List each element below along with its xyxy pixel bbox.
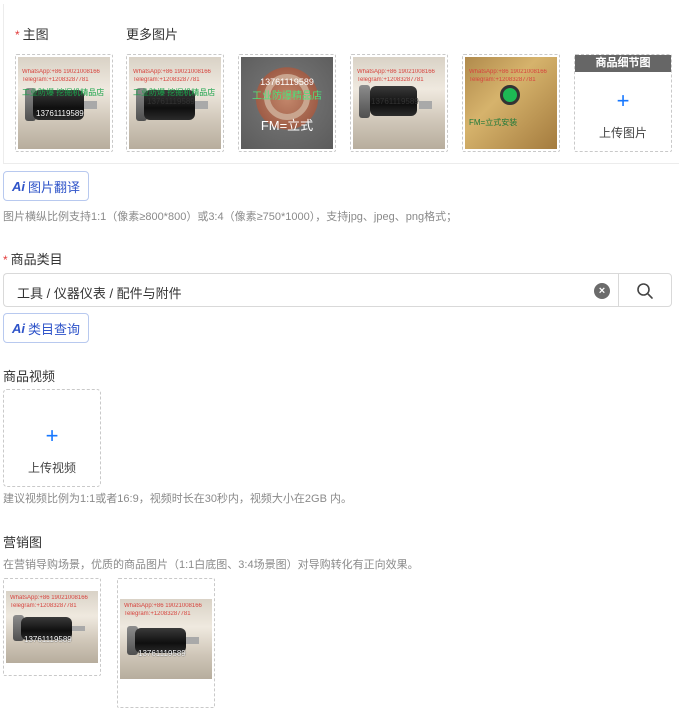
plus-icon: +	[45, 423, 59, 448]
watermark-text: Telegram:+12083287781	[22, 77, 89, 83]
more-image-thumb[interactable]: WhatsApp:+86 19021008166 Telegram:+12083…	[126, 54, 224, 152]
watermark-text: Telegram:+12083287781	[469, 77, 536, 83]
watermark-text: WhatsApp:+86 19021008166	[22, 69, 100, 75]
marketing-label: 营销图	[3, 535, 43, 550]
search-icon	[637, 283, 653, 299]
more-images-label: 更多图片	[126, 27, 179, 42]
watermark-text: Telegram:+12083287781	[133, 77, 200, 83]
product-photo: WhatsApp:+86 19021008166 Telegram:+12083…	[353, 57, 445, 149]
product-photo: 13761119589 工业防爆精品店 FM=立式	[241, 57, 333, 149]
product-photo: WhatsApp:+86 19021008166 Telegram:+12083…	[465, 57, 557, 149]
main-image-thumb[interactable]: WhatsApp:+86 19021008166 Telegram:+12083…	[15, 54, 113, 152]
more-image-thumb[interactable]: WhatsApp:+86 19021008166 Telegram:+12083…	[462, 54, 560, 152]
category-value: 工具 / 仪器仪表 / 配件与附件	[17, 286, 182, 301]
product-photo: WhatsApp:+86 19021008166 Telegram:+12083…	[18, 57, 110, 149]
required-mark: *	[15, 28, 20, 42]
watermark-text: WhatsApp:+86 19021008166	[357, 69, 435, 75]
detail-image-upload[interactable]: 商品细节图 + 上传图片	[574, 54, 672, 152]
product-photo: WhatsApp:+86 19021008166 Telegram:+12083…	[129, 57, 221, 149]
marketing-image-thumb[interactable]: WhatsApp:+86 19021008166 Telegram:+12083…	[3, 578, 101, 676]
watermark-phone: 13761119589	[147, 97, 195, 106]
watermark-text: WhatsApp:+86 19021008166	[10, 595, 88, 601]
watermark-text: Telegram:+12083287781	[357, 77, 424, 83]
category-input[interactable]: 工具 / 仪器仪表 / 配件与附件 ×	[3, 273, 619, 307]
image-caption: FM=立式安装	[469, 118, 518, 127]
image-format-hint: 图片横纵比例支持1:1（像素≥800*800）或3:4（像素≥750*1000）…	[3, 211, 458, 223]
required-mark: *	[3, 253, 8, 267]
more-image-thumb[interactable]: 13761119589 工业防爆精品店 FM=立式	[238, 54, 336, 152]
video-upload[interactable]: + 上传视频	[3, 389, 101, 487]
video-hint: 建议视频比例为1:1或者16:9，视频时长在30秒内，视频大小在2GB 内。	[3, 493, 353, 505]
watermark-phone: 13761119589	[260, 77, 314, 87]
watermark-phone: 13761119589	[371, 97, 419, 106]
ai-category-query-button[interactable]: Ai 类目查询	[3, 313, 90, 343]
detail-image-title: 商品细节图	[575, 55, 671, 72]
product-photo: WhatsApp:+86 19021008166 Telegram:+12083…	[120, 599, 212, 679]
marketing-image-thumb[interactable]: WhatsApp:+86 19021008166 Telegram:+12083…	[117, 578, 215, 708]
ai-icon: Ai	[12, 178, 25, 194]
watermark-text: Telegram:+12083287781	[124, 611, 191, 617]
category-label: * 商品类目	[3, 252, 63, 267]
video-label: 商品视频	[3, 369, 56, 384]
watermark-phone: 13761119589	[24, 635, 72, 644]
product-photo: WhatsApp:+86 19021008166 Telegram:+12083…	[6, 591, 98, 663]
upload-video-label: 上传视频	[27, 461, 76, 475]
upload-image-label: 上传图片	[598, 126, 647, 140]
marketing-hint: 在营销导购场景，优质的商品图片（1:1白底图、3:4场景图）对导购转化有正向效果…	[3, 559, 419, 571]
image-caption: FM=立式	[260, 118, 314, 133]
plus-icon: +	[616, 88, 630, 113]
watermark-text: 工业防爆精品店	[252, 91, 322, 102]
watermark-text: WhatsApp:+86 19021008166	[124, 603, 202, 609]
category-search-button[interactable]	[618, 273, 672, 307]
watermark-text: Telegram:+12083287781	[10, 603, 77, 609]
watermark-phone: 13761119589	[36, 109, 84, 118]
watermark-text: WhatsApp:+86 19021008166	[133, 69, 211, 75]
watermark-phone: 13761119589	[138, 649, 186, 658]
watermark-text: 工业防爆 挖掘机精品店	[22, 88, 105, 97]
main-image-label: * 主图	[15, 27, 49, 42]
watermark-text: WhatsApp:+86 19021008166	[469, 69, 547, 75]
more-image-thumb[interactable]: WhatsApp:+86 19021008166 Telegram:+12083…	[350, 54, 448, 152]
ai-icon: Ai	[12, 320, 25, 336]
clear-icon[interactable]: ×	[594, 283, 610, 299]
ai-image-translate-button[interactable]: Ai 图片翻译	[3, 171, 90, 201]
